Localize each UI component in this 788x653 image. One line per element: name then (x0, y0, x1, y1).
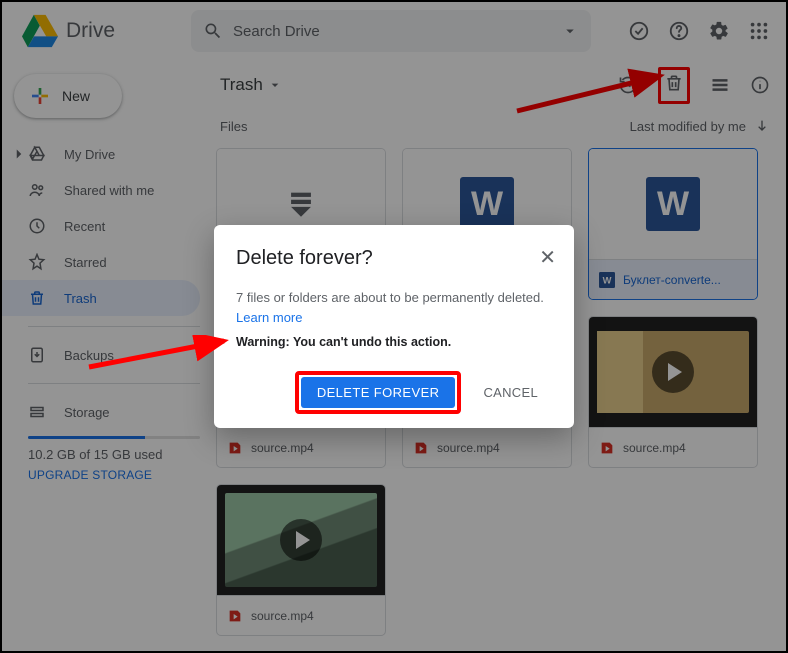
cancel-button[interactable]: CANCEL (469, 376, 552, 409)
close-icon: ✕ (539, 247, 556, 269)
learn-more-link[interactable]: Learn more (236, 310, 302, 325)
delete-forever-dialog: Delete forever? ✕ 7 files or folders are… (214, 225, 574, 428)
dialog-body-text: 7 files or folders are about to be perma… (236, 290, 544, 305)
dialog-warning: Warning: You can't undo this action. (236, 335, 552, 349)
annotation-arrow (84, 335, 234, 371)
modal-scrim: Delete forever? ✕ 7 files or folders are… (2, 2, 786, 651)
close-button[interactable]: ✕ (539, 245, 556, 270)
dialog-title: Delete forever? (236, 247, 552, 270)
highlight-delete-forever: DELETE FOREVER (295, 371, 462, 414)
delete-forever-button[interactable]: DELETE FOREVER (301, 377, 456, 408)
